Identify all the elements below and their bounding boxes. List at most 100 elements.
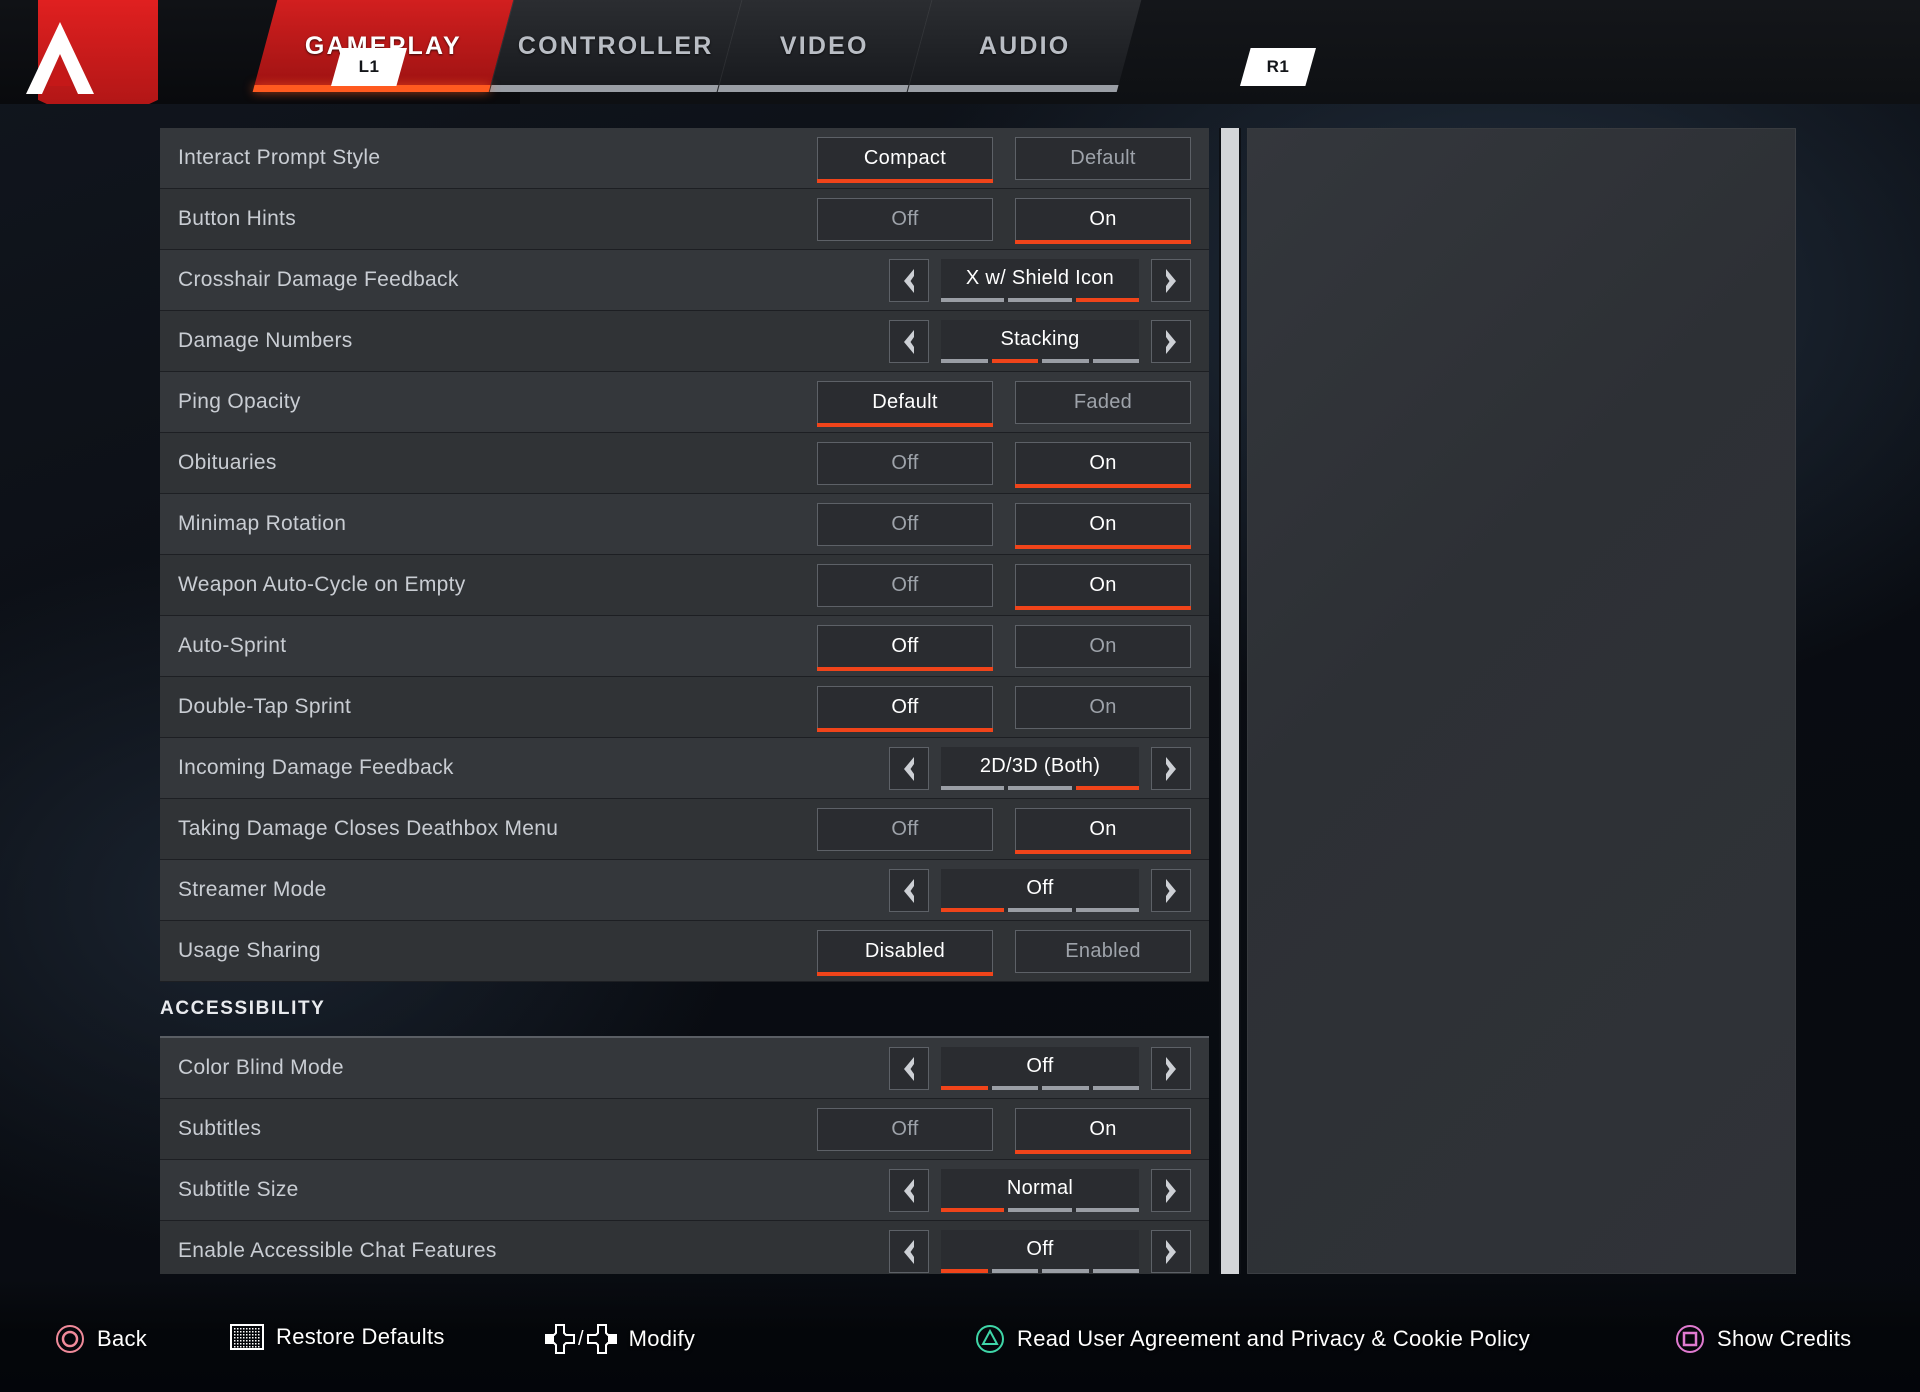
footer-action-show-credits[interactable]: Show Credits (1675, 1324, 1851, 1354)
settings-row-label: Auto-Sprint (178, 634, 287, 657)
settings-scrollbar[interactable] (1219, 128, 1241, 1274)
settings-row[interactable]: Streamer Mode Off (160, 860, 1209, 921)
option-button[interactable]: Default (817, 381, 993, 427)
settings-row-controls: Stacking (889, 311, 1191, 372)
settings-row[interactable]: Crosshair Damage Feedback X w/ Shield Ico… (160, 250, 1209, 311)
playstation-triangle-icon (976, 1325, 1004, 1353)
stepper-value-box[interactable]: Off (941, 869, 1139, 912)
dpad-separator: / (578, 1327, 584, 1350)
chevron-left-icon[interactable] (889, 1230, 929, 1273)
tab-underline (252, 85, 491, 92)
stepper-value-box[interactable]: 2D/3D (Both) (941, 747, 1139, 790)
settings-row[interactable]: Ping Opacity Default Faded (160, 372, 1209, 433)
chevron-right-icon[interactable] (1151, 320, 1191, 363)
stepper-segment (1042, 1269, 1089, 1273)
chevron-right-icon[interactable] (1151, 1169, 1191, 1212)
stepper-value-box[interactable]: Off (941, 1047, 1139, 1090)
settings-row[interactable]: Interact Prompt Style Compact Default (160, 128, 1209, 189)
option-button[interactable]: Disabled (817, 930, 993, 976)
chevron-right-icon[interactable] (1151, 259, 1191, 302)
settings-row[interactable]: Subtitle Size Normal (160, 1160, 1209, 1221)
option-button[interactable]: On (1015, 1108, 1191, 1154)
footer-action-back[interactable]: Back (55, 1324, 147, 1354)
option-button[interactable]: Faded (1015, 381, 1191, 424)
stepper-value: Off (1026, 876, 1054, 899)
settings-row[interactable]: Damage Numbers Stacking (160, 311, 1209, 372)
footer-action-modify[interactable]: / Modify (545, 1324, 695, 1354)
settings-row[interactable]: Auto-Sprint Off On (160, 616, 1209, 677)
settings-row[interactable]: Usage Sharing Disabled Enabled (160, 921, 1209, 982)
option-toggle-group: Off On (817, 686, 1191, 732)
settings-row-label: Incoming Damage Feedback (178, 756, 454, 779)
chevron-right-icon[interactable] (1151, 1230, 1191, 1273)
stepper-value-box[interactable]: X w/ Shield Icon (941, 259, 1139, 302)
option-button[interactable]: Default (1015, 137, 1191, 180)
value-stepper: 2D/3D (Both) (889, 747, 1191, 790)
stepper-value: Stacking (1000, 327, 1080, 350)
stepper-value-box[interactable]: Normal (941, 1169, 1139, 1212)
stepper-value: 2D/3D (Both) (979, 754, 1101, 777)
option-button[interactable]: Off (817, 808, 993, 851)
option-button[interactable]: Off (817, 503, 993, 546)
footer-action-label: Modify (628, 1326, 696, 1351)
option-button[interactable]: On (1015, 625, 1191, 668)
chevron-left-icon[interactable] (889, 747, 929, 790)
footer-hint-bar: Back Restore Defaults / Modify Read User Agr… (0, 1280, 1920, 1392)
chevron-left-icon[interactable] (889, 1047, 929, 1090)
option-button[interactable]: Off (817, 1108, 993, 1151)
tab-audio[interactable]: AUDIO (906, 0, 1142, 92)
settings-row[interactable]: Subtitles Off On (160, 1099, 1209, 1160)
settings-row[interactable]: Button Hints Off On (160, 189, 1209, 250)
settings-row[interactable]: Incoming Damage Feedback 2D/3D (Both) (160, 738, 1209, 799)
option-button[interactable]: Off (817, 442, 993, 485)
option-button[interactable]: On (1015, 808, 1191, 854)
option-button[interactable]: On (1015, 442, 1191, 488)
stepper-value: X w/ Shield Icon (965, 266, 1115, 289)
stepper-segment-bar (941, 908, 1139, 912)
settings-row[interactable]: Obituaries Off On (160, 433, 1209, 494)
option-toggle-group: Off On (817, 503, 1191, 549)
stepper-value-box[interactable]: Stacking (941, 320, 1139, 363)
settings-row[interactable]: Weapon Auto-Cycle on Empty Off On (160, 555, 1209, 616)
option-button[interactable]: Off (817, 564, 993, 607)
stepper-segment-bar (941, 298, 1139, 302)
settings-row[interactable]: Color Blind Mode Off (160, 1038, 1209, 1099)
option-button[interactable]: Off (817, 686, 993, 732)
option-button[interactable]: Off (817, 625, 993, 671)
settings-list[interactable]: Interact Prompt Style Compact Default Butto… (160, 128, 1209, 1274)
left-bumper-indicator[interactable]: L1 (331, 48, 407, 86)
option-button[interactable]: On (1015, 686, 1191, 729)
option-button[interactable]: Enabled (1015, 930, 1191, 973)
option-button[interactable]: Off (817, 198, 993, 241)
settings-row-label: Obituaries (178, 451, 277, 474)
option-toggle-group: Off On (817, 808, 1191, 854)
option-button[interactable]: Compact (817, 137, 993, 183)
chevron-left-icon[interactable] (889, 259, 929, 302)
tab-controller[interactable]: CONTROLLER (488, 0, 742, 92)
chevron-left-icon[interactable] (889, 320, 929, 363)
settings-scrollbar-thumb[interactable] (1221, 128, 1239, 1274)
settings-row[interactable]: Taking Damage Closes Deathbox Menu Off On (160, 799, 1209, 860)
option-button[interactable]: On (1015, 564, 1191, 610)
chevron-right-icon[interactable] (1151, 747, 1191, 790)
option-button[interactable]: On (1015, 198, 1191, 244)
right-bumper-indicator[interactable]: R1 (1240, 48, 1316, 86)
option-button[interactable]: On (1015, 503, 1191, 549)
chevron-left-icon[interactable] (889, 869, 929, 912)
settings-row[interactable]: Minimap Rotation Off On (160, 494, 1209, 555)
stepper-segment (941, 1086, 988, 1090)
chevron-right-icon[interactable] (1151, 869, 1191, 912)
settings-row[interactable]: Enable Accessible Chat Features Off (160, 1221, 1209, 1274)
stepper-value-box[interactable]: Off (941, 1230, 1139, 1273)
stepper-segment (1075, 786, 1139, 790)
chevron-left-icon[interactable] (889, 1169, 929, 1212)
stepper-segment-bar (941, 359, 1139, 363)
accessibility-section-header: ACCESSIBILITY (160, 982, 1209, 1038)
footer-action-read-user-agreement-and-privacy-cookie-policy[interactable]: Read User Agreement and Privacy & Cookie… (975, 1324, 1530, 1354)
settings-row[interactable]: Double-Tap Sprint Off On (160, 677, 1209, 738)
footer-action-restore-defaults[interactable]: Restore Defaults (230, 1324, 445, 1350)
chevron-right-icon[interactable] (1151, 1047, 1191, 1090)
stepper-segment (941, 786, 1005, 790)
tab-video[interactable]: VIDEO (716, 0, 932, 92)
settings-row-label: Crosshair Damage Feedback (178, 268, 459, 291)
